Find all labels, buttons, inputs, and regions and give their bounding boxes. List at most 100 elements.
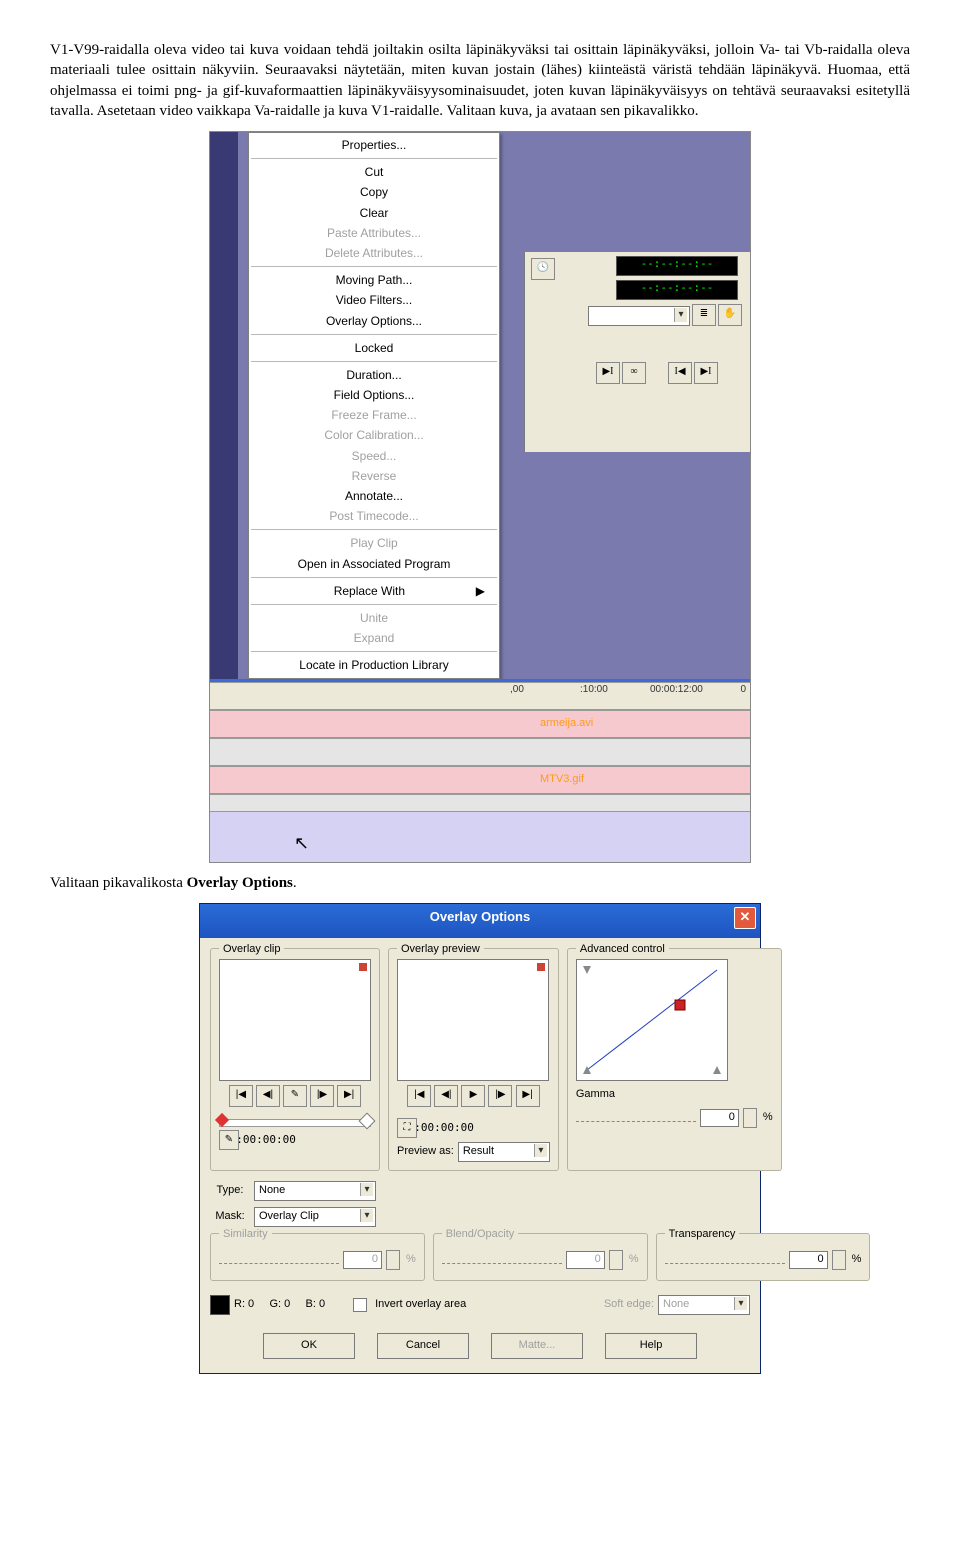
soft-edge-combo: None [658, 1295, 750, 1315]
mark-out-icon[interactable]: ▶I [694, 362, 718, 384]
menu-field-options[interactable]: Field Options... [249, 385, 499, 405]
color-swatch[interactable] [210, 1295, 230, 1315]
menu-clear[interactable]: Clear [249, 203, 499, 223]
close-icon[interactable]: ✕ [734, 907, 756, 929]
play-icon[interactable]: ▶I [596, 362, 620, 384]
similarity-slider [219, 1255, 339, 1264]
transparency-spin[interactable] [832, 1250, 846, 1270]
group-advanced-control: Advanced control Gamma 0 [567, 948, 782, 1171]
overlay-clip-preview [219, 959, 371, 1081]
expand-preview-icon[interactable]: ⛶ [397, 1118, 417, 1138]
monitor-controls: 🕓 --:--:--:-- --:--:--:-- ≣ ✋ ▶I ∞ I◀ ▶I [524, 252, 750, 452]
menu-annotate[interactable]: Annotate... [249, 486, 499, 506]
menu-moving-path[interactable]: Moving Path... [249, 270, 499, 290]
timecode-readout-2: --:--:--:-- [616, 280, 738, 300]
group-title-preview: Overlay preview [397, 942, 484, 957]
advanced-curve-canvas[interactable] [576, 959, 728, 1081]
gamma-slider[interactable] [576, 1113, 696, 1122]
preview-as-label: Preview as: [397, 1144, 454, 1159]
prev-rewind-icon[interactable]: |◀ [407, 1085, 431, 1107]
preview-as-combo[interactable]: Result [458, 1142, 550, 1162]
prev-fwd-icon[interactable]: |▶ [488, 1085, 512, 1107]
mark-in-icon[interactable]: I◀ [668, 362, 692, 384]
preview-dropdown[interactable] [588, 306, 690, 326]
loop-icon[interactable]: ∞ [622, 362, 646, 384]
menu-replace-with[interactable]: Replace With▶ [249, 581, 499, 601]
clip-label-video: armeija.avi [540, 716, 593, 731]
prev-play-icon[interactable]: ▶ [461, 1085, 485, 1107]
prev-ffwd-icon[interactable]: ▶| [516, 1085, 540, 1107]
rgb-readout: R: 0 G: 0 B: 0 [234, 1297, 325, 1312]
group-title-clip: Overlay clip [219, 942, 284, 957]
menu-locked[interactable]: Locked [249, 338, 499, 358]
group-blend: Blend/Opacity 0 % [433, 1233, 648, 1281]
timeline-ruler[interactable]: ,00 :10:00 00:00:12:00 0 [210, 682, 750, 710]
similarity-value: 0 [343, 1251, 382, 1269]
menu-freeze-frame: Freeze Frame... [249, 405, 499, 425]
paragraph-2: Valitaan pikavalikosta Overlay Options. [50, 873, 910, 893]
prev-back-icon[interactable]: ◀| [434, 1085, 458, 1107]
blend-slider [442, 1255, 562, 1264]
type-combo[interactable]: None [254, 1181, 376, 1201]
group-overlay-clip: Overlay clip |◀ ◀| ✎ |▶ ▶| 00:00:00:00 ⛶… [210, 948, 380, 1171]
list-icon[interactable]: ≣ [692, 304, 716, 326]
clip-label-image: MTV3.gif [540, 772, 584, 787]
mask-combo[interactable]: Overlay Clip [254, 1207, 376, 1227]
menu-cut[interactable]: Cut [249, 162, 499, 182]
gamma-value[interactable]: 0 [700, 1109, 739, 1127]
menu-video-filters[interactable]: Video Filters... [249, 290, 499, 310]
menu-post-timecode: Post Timecode... [249, 506, 499, 526]
eyedropper-icon[interactable]: ✎ [283, 1085, 307, 1107]
menu-locate-library[interactable]: Locate in Production Library [249, 655, 499, 675]
hand-icon[interactable]: ✋ [718, 304, 742, 326]
menu-speed: Speed... [249, 446, 499, 466]
dialog-titlebar: Overlay Options ✕ [200, 904, 760, 938]
track-spacer [210, 738, 750, 766]
matte-button: Matte... [491, 1333, 583, 1359]
gamma-spin[interactable] [743, 1108, 757, 1128]
percent-icon: % [763, 1110, 773, 1125]
transparency-slider[interactable] [665, 1255, 785, 1264]
mask-label: Mask: [210, 1209, 250, 1224]
soft-edge-label: Soft edge: [604, 1297, 654, 1312]
group-title-similarity: Similarity [219, 1227, 272, 1242]
group-overlay-preview: Overlay preview |◀ ◀| ▶ |▶ ▶| 00:00:00:0… [388, 948, 559, 1171]
track-va[interactable]: armeija.avi [210, 710, 750, 738]
blend-value: 0 [566, 1251, 605, 1269]
menu-copy[interactable]: Copy [249, 182, 499, 202]
timecode-readout-1: --:--:--:-- [616, 256, 738, 276]
menu-delete-attributes: Delete Attributes... [249, 243, 499, 263]
tool-icon[interactable]: ✎ [219, 1130, 239, 1150]
step-fwd-icon[interactable]: |▶ [310, 1085, 334, 1107]
menu-color-calibration: Color Calibration... [249, 425, 499, 445]
group-transparency: Transparency 0 % [656, 1233, 871, 1281]
menu-open-associated[interactable]: Open in Associated Program [249, 554, 499, 574]
menu-duration[interactable]: Duration... [249, 365, 499, 385]
transparency-value[interactable]: 0 [789, 1251, 828, 1269]
invert-label: Invert overlay area [375, 1297, 466, 1312]
invert-checkbox[interactable] [353, 1298, 367, 1312]
menu-play-clip: Play Clip [249, 533, 499, 553]
group-similarity: Similarity 0 % [210, 1233, 425, 1281]
track-tail [210, 794, 750, 812]
ok-button[interactable]: OK [263, 1333, 355, 1359]
type-label: Type: [210, 1183, 250, 1198]
blend-spin [609, 1250, 623, 1270]
similarity-spin [386, 1250, 400, 1270]
menu-reverse: Reverse [249, 466, 499, 486]
help-button[interactable]: Help [605, 1333, 697, 1359]
paragraph-1: V1-V99-raidalla oleva video tai kuva voi… [50, 40, 910, 121]
step-back-icon[interactable]: ◀| [256, 1085, 280, 1107]
menu-expand: Expand [249, 628, 499, 648]
track-v1[interactable]: MTV3.gif [210, 766, 750, 794]
timeline-area: ,00 :10:00 00:00:12:00 0 armeija.avi MTV… [210, 679, 750, 862]
clock-icon: 🕓 [531, 258, 555, 280]
ffwd-icon[interactable]: ▶| [337, 1085, 361, 1107]
menu-properties[interactable]: Properties... [249, 135, 499, 155]
rewind-icon[interactable]: |◀ [229, 1085, 253, 1107]
dialog-title: Overlay Options [430, 909, 530, 924]
screenshot-context-menu: Properties... Cut Copy Clear Paste Attri… [209, 131, 751, 863]
group-title-advanced: Advanced control [576, 942, 669, 957]
cancel-button[interactable]: Cancel [377, 1333, 469, 1359]
menu-overlay-options[interactable]: Overlay Options... [249, 311, 499, 331]
